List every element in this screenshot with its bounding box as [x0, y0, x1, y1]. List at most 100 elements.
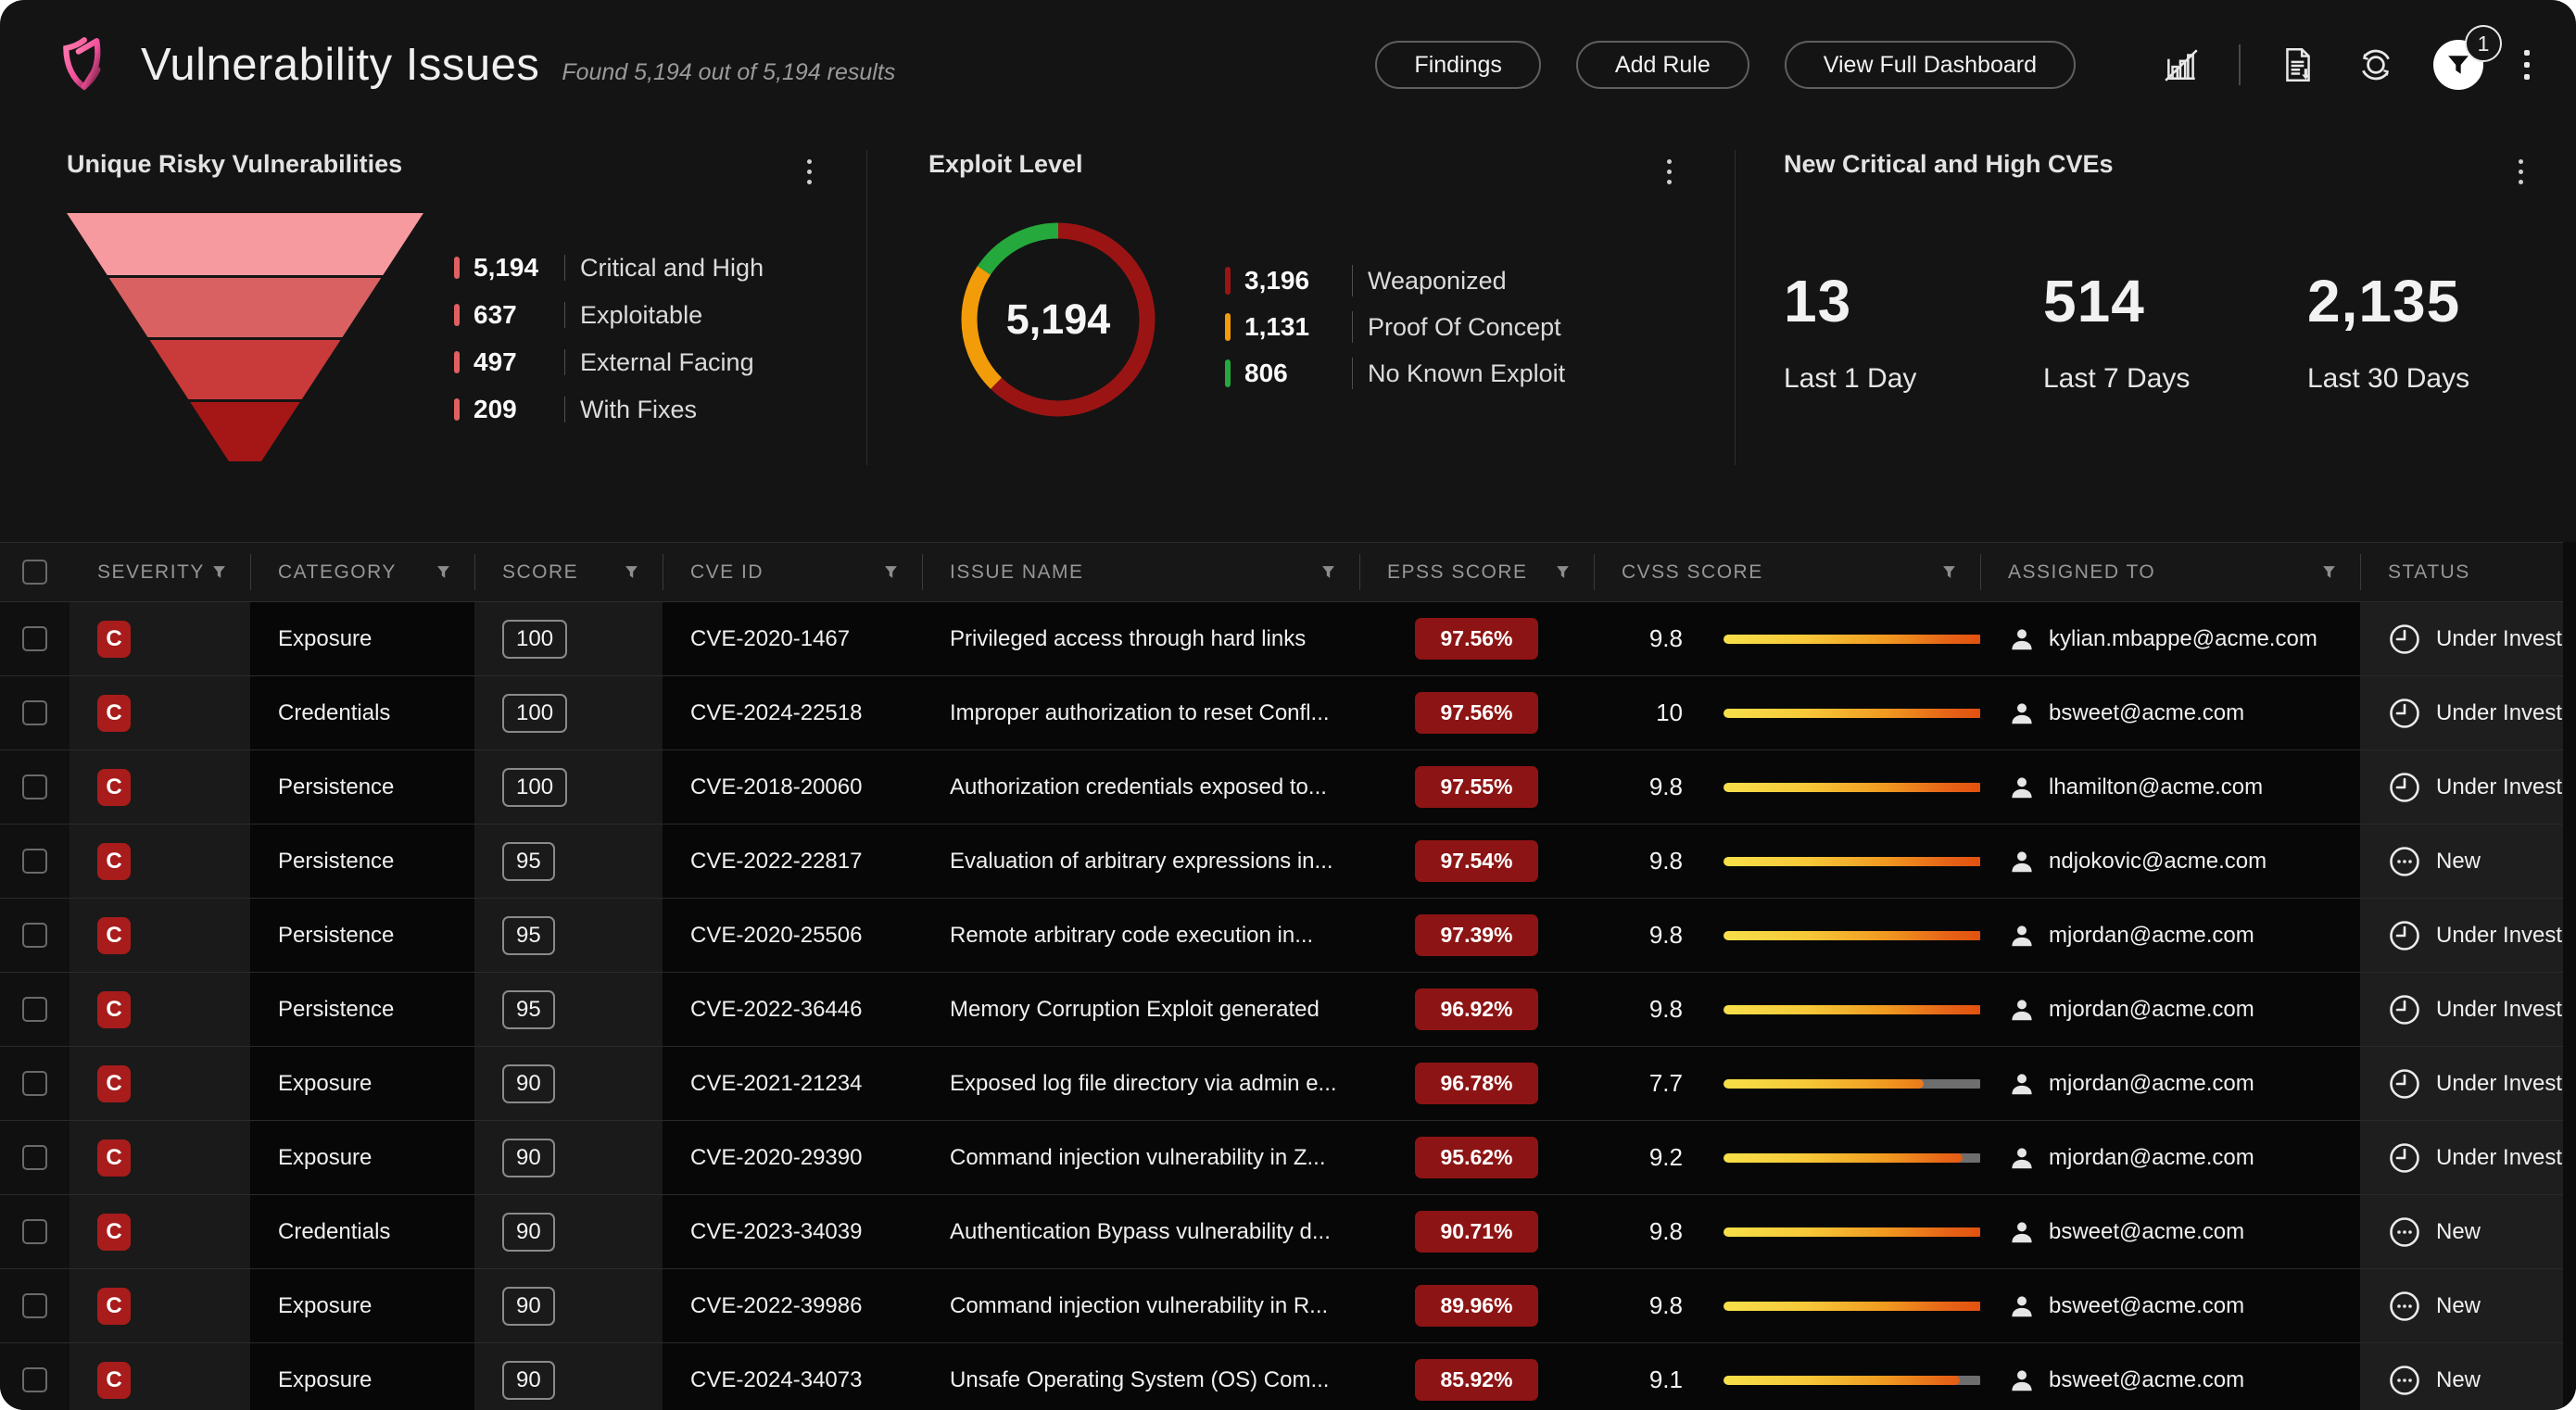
- cvss-score-bar: [1724, 1227, 1980, 1237]
- column-header-assigned-to[interactable]: ASSIGNED TO: [1980, 543, 2360, 601]
- findings-button[interactable]: Findings: [1375, 41, 1541, 89]
- table-row[interactable]: C Persistence 100 CVE-2018-20060 Authori…: [0, 750, 2576, 825]
- status-value: New: [2436, 1219, 2481, 1245]
- row-checkbox[interactable]: [22, 1071, 47, 1096]
- panel-menu-kebab-icon[interactable]: [803, 156, 815, 188]
- panel-menu-kebab-icon[interactable]: [2515, 156, 2527, 188]
- column-header-severity[interactable]: SEVERITY: [69, 543, 250, 601]
- column-filter-funnel-icon[interactable]: [212, 565, 226, 579]
- issue-name-value[interactable]: Evaluation of arbitrary expressions in..…: [950, 849, 1333, 875]
- issue-name-value[interactable]: Improper authorization to reset Confl...: [950, 700, 1330, 726]
- stat-label: Last 1 Day: [1784, 363, 1916, 395]
- person-icon: [2008, 996, 2036, 1024]
- issue-name-value[interactable]: Unsafe Operating System (OS) Com...: [950, 1367, 1329, 1393]
- column-filter-funnel-icon[interactable]: [1556, 565, 1570, 579]
- table-row[interactable]: C Exposure 90 CVE-2024-34073 Unsafe Oper…: [0, 1343, 2576, 1410]
- table-row[interactable]: C Exposure 90 CVE-2021-21234 Exposed log…: [0, 1047, 2576, 1121]
- issue-name-value[interactable]: Authorization credentials exposed to...: [950, 774, 1327, 800]
- assigned-to-value[interactable]: bsweet@acme.com: [2049, 700, 2244, 726]
- legend-tick: [454, 398, 460, 421]
- table-row[interactable]: C Exposure 100 CVE-2020-1467 Privileged …: [0, 602, 2576, 676]
- sync-icon[interactable]: [2355, 44, 2396, 85]
- row-checkbox[interactable]: [22, 1367, 47, 1392]
- table-row[interactable]: C Exposure 90 CVE-2022-39986 Command inj…: [0, 1269, 2576, 1343]
- assigned-to-value[interactable]: mjordan@acme.com: [2049, 1145, 2254, 1171]
- table-row[interactable]: C Persistence 95 CVE-2022-22817 Evaluati…: [0, 825, 2576, 899]
- panel-menu-kebab-icon[interactable]: [1663, 156, 1675, 188]
- assigned-to-value[interactable]: kylian.mbappe@acme.com: [2049, 626, 2317, 652]
- export-report-icon[interactable]: [2278, 44, 2318, 85]
- row-checkbox[interactable]: [22, 1145, 47, 1170]
- row-checkbox[interactable]: [22, 1219, 47, 1244]
- column-header-cvss-score[interactable]: CVSS SCORE: [1594, 543, 1980, 601]
- kebab-menu-icon[interactable]: [2520, 46, 2533, 83]
- select-all-checkbox-cell[interactable]: [0, 543, 69, 601]
- issue-name-value[interactable]: Remote arbitrary code execution in...: [950, 923, 1313, 949]
- cve-id-value[interactable]: CVE-2020-1467: [690, 626, 850, 652]
- row-checkbox[interactable]: [22, 700, 47, 725]
- column-header-category[interactable]: CATEGORY: [250, 543, 474, 601]
- stat-value: 13: [1784, 267, 1916, 335]
- assigned-to-value[interactable]: bsweet@acme.com: [2049, 1367, 2244, 1393]
- select-all-checkbox[interactable]: [22, 560, 47, 585]
- issue-name-value[interactable]: Command injection vulnerability in Z...: [950, 1145, 1326, 1171]
- table-row[interactable]: C Credentials 90 CVE-2023-34039 Authenti…: [0, 1195, 2576, 1269]
- legend-divider: [564, 255, 565, 281]
- issue-name-value[interactable]: Command injection vulnerability in R...: [950, 1293, 1328, 1319]
- category-value: Persistence: [278, 923, 394, 949]
- row-checkbox[interactable]: [22, 774, 47, 799]
- issue-name-value[interactable]: Privileged access through hard links: [950, 626, 1306, 652]
- column-filter-funnel-icon[interactable]: [2322, 565, 2336, 579]
- cve-id-value[interactable]: CVE-2021-21234: [690, 1071, 862, 1097]
- row-checkbox[interactable]: [22, 997, 47, 1022]
- hide-charts-icon[interactable]: [2161, 44, 2202, 85]
- column-filter-funnel-icon[interactable]: [884, 565, 898, 579]
- table-row[interactable]: C Exposure 90 CVE-2020-29390 Command inj…: [0, 1121, 2576, 1195]
- table-row[interactable]: C Persistence 95 CVE-2020-25506 Remote a…: [0, 899, 2576, 973]
- column-header-epss-score[interactable]: EPSS SCORE: [1359, 543, 1594, 601]
- cve-id-value[interactable]: CVE-2022-36446: [690, 997, 862, 1023]
- column-header-issue-name[interactable]: ISSUE NAME: [922, 543, 1359, 601]
- view-full-dashboard-button[interactable]: View Full Dashboard: [1785, 41, 2076, 89]
- legend-divider: [1352, 358, 1353, 389]
- row-checkbox[interactable]: [22, 849, 47, 874]
- column-filter-funnel-icon[interactable]: [625, 565, 638, 579]
- exploit-level-panel: Exploit Level 5,194 3,196Weaponized1,131…: [880, 130, 1724, 542]
- assigned-to-value[interactable]: lhamilton@acme.com: [2049, 774, 2263, 800]
- column-header-score[interactable]: SCORE: [474, 543, 663, 601]
- assigned-to-value[interactable]: mjordan@acme.com: [2049, 923, 2254, 949]
- table-row[interactable]: C Persistence 95 CVE-2022-36446 Memory C…: [0, 973, 2576, 1047]
- status-value: Under Investigation: [2436, 1145, 2576, 1171]
- column-header-cve-id[interactable]: CVE ID: [663, 543, 922, 601]
- row-checkbox[interactable]: [22, 626, 47, 651]
- status-value: Under Investigation: [2436, 700, 2576, 726]
- row-checkbox[interactable]: [22, 1293, 47, 1318]
- cve-id-value[interactable]: CVE-2020-29390: [690, 1145, 862, 1171]
- assigned-to-value[interactable]: bsweet@acme.com: [2049, 1293, 2244, 1319]
- cve-id-value[interactable]: CVE-2020-25506: [690, 923, 862, 949]
- column-filter-funnel-icon[interactable]: [1942, 565, 1956, 579]
- issue-name-value[interactable]: Authentication Bypass vulnerability d...: [950, 1219, 1331, 1245]
- column-header-status[interactable]: STATUS: [2360, 543, 2576, 601]
- assigned-to-value[interactable]: mjordan@acme.com: [2049, 1071, 2254, 1097]
- row-checkbox[interactable]: [22, 923, 47, 948]
- cve-id-value[interactable]: CVE-2024-34073: [690, 1367, 862, 1393]
- assigned-to-value[interactable]: bsweet@acme.com: [2049, 1219, 2244, 1245]
- column-filter-funnel-icon[interactable]: [436, 565, 450, 579]
- issue-name-value[interactable]: Exposed log file directory via admin e..…: [950, 1071, 1337, 1097]
- table-row[interactable]: C Credentials 100 CVE-2024-22518 Imprope…: [0, 676, 2576, 750]
- category-value: Exposure: [278, 626, 372, 652]
- assigned-to-value[interactable]: ndjokovic@acme.com: [2049, 849, 2267, 875]
- issue-name-value[interactable]: Memory Corruption Exploit generated: [950, 997, 1320, 1023]
- add-rule-button[interactable]: Add Rule: [1576, 41, 1749, 89]
- cve-id-value[interactable]: CVE-2024-22518: [690, 700, 862, 726]
- cve-id-value[interactable]: CVE-2022-39986: [690, 1293, 862, 1319]
- table-scrollbar[interactable]: [2563, 542, 2576, 1410]
- column-filter-funnel-icon[interactable]: [1321, 565, 1335, 579]
- assigned-to-value[interactable]: mjordan@acme.com: [2049, 997, 2254, 1023]
- score-value: 95: [502, 990, 555, 1029]
- filter-avatar-icon[interactable]: 1: [2433, 40, 2483, 90]
- cve-id-value[interactable]: CVE-2023-34039: [690, 1219, 862, 1245]
- cve-id-value[interactable]: CVE-2018-20060: [690, 774, 862, 800]
- cve-id-value[interactable]: CVE-2022-22817: [690, 849, 862, 875]
